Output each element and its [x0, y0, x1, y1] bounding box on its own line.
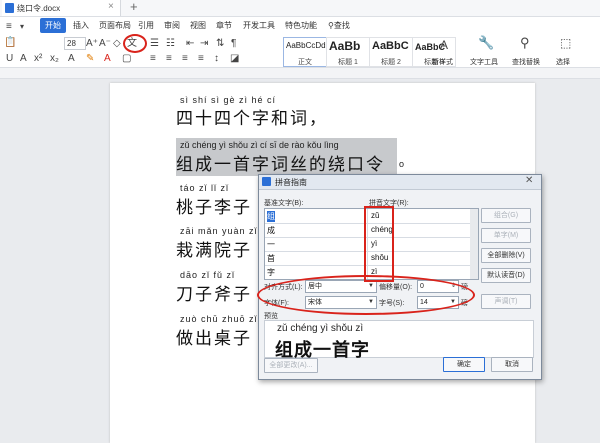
menu-chapter[interactable]: 章节 [216, 20, 232, 31]
dialog-title: 拼音指南 [275, 178, 307, 187]
ribbon-toolbar: 📋 28 A⁺ A⁻ ◇ 文 ☰ ☷ ⇤ ⇥ ⇅ ¶ U A x² x₂ A ✎… [0, 35, 600, 68]
style-normal[interactable]: AaBbCcDd 正文 [283, 37, 327, 67]
line2-hanzi[interactable]: 组成一首字词丝的绕口令 [176, 150, 385, 175]
base-text-label: 基准文字(B): [264, 200, 304, 207]
menu-review[interactable]: 审阅 [164, 20, 180, 31]
superscript-icon[interactable]: x² [34, 53, 42, 65]
line4-pinyin: zāi mǎn yuàn zǐ [180, 226, 258, 236]
doc-file-icon [5, 3, 14, 13]
annotation-circle-pinyin-button [123, 34, 147, 53]
search-menu[interactable]: ⚲查找 [328, 20, 350, 31]
line2-pinyin: zǔ chéng yì shǒu zì cí sī de rào kǒu lìn… [180, 140, 339, 150]
cancel-button[interactable]: 取消 [491, 357, 533, 372]
text-tools-label[interactable]: 文字工具 [470, 57, 498, 67]
dialog-title-bar[interactable]: 拼音指南 ✕ [259, 175, 541, 190]
highlight-icon[interactable]: ✎ [86, 53, 94, 65]
line6-pinyin: zuò chū zhuō zǐ [180, 314, 258, 324]
find-replace-label[interactable]: 查找替换 [512, 57, 540, 67]
style-heading1[interactable]: AaBb 标题 1 [326, 37, 370, 67]
menu-insert[interactable]: 插入 [73, 20, 89, 31]
menu-start[interactable]: 开始 [40, 18, 66, 33]
font-size-field[interactable]: 28 [64, 37, 86, 50]
text-effect-icon[interactable]: A [68, 53, 75, 65]
menu-view[interactable]: 视图 [190, 20, 206, 31]
combine-button[interactable]: 组合(G) [481, 208, 531, 223]
text-tools-icon[interactable]: 🔧 [478, 36, 494, 49]
outdent-icon[interactable]: ⇥ [200, 38, 208, 50]
menu-page-layout[interactable]: 页面布局 [99, 20, 131, 31]
preview-box: zǔ chéng yì shǒu zì 组成一首字 [264, 320, 534, 361]
line3-hanzi[interactable]: 桃子李子 [176, 193, 252, 218]
align-right-icon[interactable]: ≡ [182, 53, 188, 65]
quick-access-icons[interactable]: ▾ [20, 21, 24, 33]
change-all-button[interactable]: 全部更改(A)... [264, 358, 318, 373]
default-reading-button[interactable]: 默认读音(D) [481, 268, 531, 283]
document-tab[interactable]: 绕口令.docx × [2, 0, 121, 16]
line4-hanzi[interactable]: 栽满院子 [176, 236, 252, 261]
ruler [0, 68, 600, 79]
menu-features[interactable]: 特色功能 [285, 20, 317, 31]
close-tab-icon[interactable]: × [108, 1, 114, 12]
dialog-app-icon [262, 177, 271, 186]
show-marks-icon[interactable]: ¶ [231, 38, 236, 50]
font-color-icon[interactable]: A [104, 53, 111, 65]
select-label[interactable]: 选择 [556, 57, 570, 67]
char-border-icon[interactable]: ▢ [122, 53, 131, 65]
paragraph-mark: o [399, 159, 406, 169]
clear-all-button[interactable]: 全部删除(V) [481, 248, 531, 263]
menu-references[interactable]: 引用 [138, 20, 154, 31]
sort-icon[interactable]: ⇅ [216, 38, 224, 50]
annotation-ellipse-options [257, 275, 475, 315]
underline-icon[interactable]: U [6, 53, 13, 65]
subscript-icon[interactable]: x₂ [50, 53, 59, 65]
tone-button[interactable]: 声调(T) [481, 294, 531, 309]
grow-font-icon[interactable]: A⁺ [86, 38, 98, 50]
document-tab-title: 绕口令.docx [17, 4, 61, 13]
new-style-label[interactable]: 新样式 [432, 57, 453, 67]
align-center-icon[interactable]: ≡ [166, 53, 172, 65]
title-bar: 绕口令.docx × + [0, 0, 600, 17]
indent-icon[interactable]: ⇤ [186, 38, 194, 50]
clear-format-icon[interactable]: ◇ [113, 38, 121, 50]
table-scrollbar[interactable] [470, 208, 479, 280]
new-style-icon[interactable]: A [440, 39, 448, 51]
find-replace-icon[interactable]: ⚲ [520, 36, 530, 49]
menu-icon[interactable]: ≡ [6, 21, 12, 33]
select-icon[interactable]: ⬚ [560, 37, 571, 49]
justify-icon[interactable]: ≡ [198, 53, 204, 65]
bullet-list-icon[interactable]: ☰ [150, 38, 159, 50]
number-list-icon[interactable]: ☷ [166, 38, 175, 50]
annotation-box-pinyin-column [364, 206, 394, 282]
line5-pinyin: dāo zǐ fǔ zǐ [180, 270, 236, 280]
shrink-font-icon[interactable]: A⁻ [99, 38, 111, 50]
menu-bar: ≡ ▾ 开始 插入 页面布局 引用 审阅 视图 章节 开发工具 特色功能 ⚲查找 [0, 17, 600, 35]
align-left-icon[interactable]: ≡ [150, 53, 156, 65]
strike-icon[interactable]: A [20, 53, 27, 65]
line1-hanzi[interactable]: 四十四个字和词， [176, 104, 328, 129]
preview-pinyin: zǔ chéng yì shǒu zì [277, 323, 364, 334]
new-tab-icon[interactable]: + [130, 0, 138, 14]
dialog-close-icon[interactable]: ✕ [525, 175, 533, 186]
line-spacing-icon[interactable]: ↕ [214, 53, 219, 65]
line6-hanzi[interactable]: 做出桌子 [176, 324, 252, 349]
single-char-button[interactable]: 单字(M) [481, 228, 531, 243]
line3-pinyin: táo zǐ lǐ zǐ [180, 183, 230, 193]
shading-icon[interactable]: ◪ [230, 53, 239, 65]
ok-button[interactable]: 确定 [443, 357, 485, 372]
line5-hanzi[interactable]: 刀子斧子 [176, 280, 252, 305]
menu-dev-tools[interactable]: 开发工具 [243, 20, 275, 31]
style-heading2[interactable]: AaBbC 标题 2 [369, 37, 413, 67]
